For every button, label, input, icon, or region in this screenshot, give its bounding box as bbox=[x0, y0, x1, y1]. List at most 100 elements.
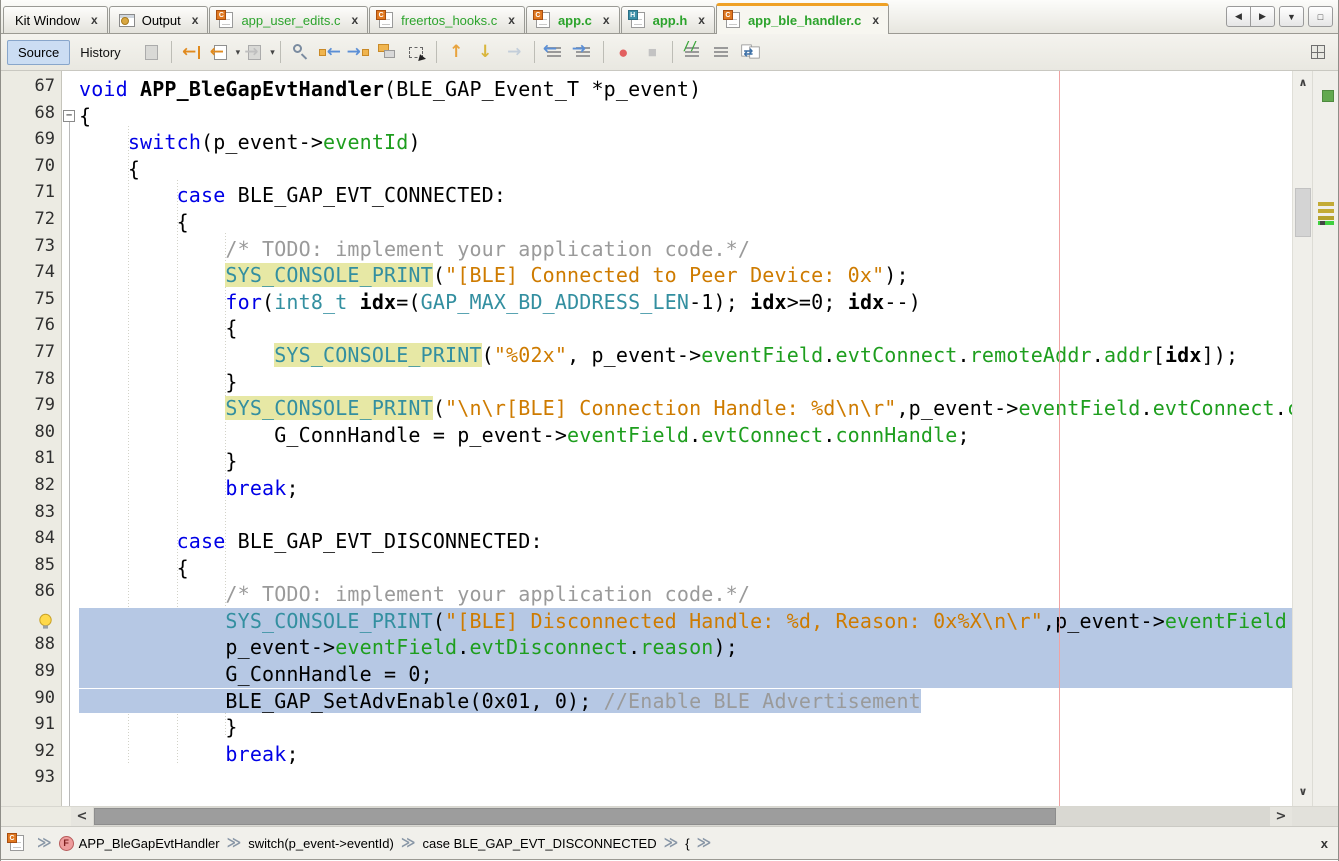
tab-close-icon[interactable]: x bbox=[698, 13, 705, 27]
back-icon[interactable]: ← bbox=[207, 39, 234, 65]
stop-macro-recording-icon[interactable]: ■ bbox=[639, 39, 666, 65]
rectangular-selection-icon[interactable] bbox=[403, 39, 430, 65]
breadcrumb-item[interactable]: case BLE_GAP_EVT_DISCONNECTED bbox=[423, 836, 657, 851]
uncomment-icon[interactable] bbox=[708, 39, 735, 65]
split-document-icon[interactable] bbox=[1304, 39, 1331, 65]
code-line-82: break; bbox=[79, 475, 1292, 502]
line-number-79[interactable]: 79 bbox=[1, 395, 61, 422]
source-view-button[interactable]: Source bbox=[7, 40, 70, 65]
line-number-93[interactable]: 93 bbox=[1, 767, 61, 794]
tab-close-icon[interactable]: x bbox=[91, 13, 98, 27]
line-number-84[interactable]: 84 bbox=[1, 528, 61, 555]
code-line-85: { bbox=[79, 555, 1292, 582]
tab-app-h[interactable]: Happ.hx bbox=[621, 6, 715, 33]
tab-app-user-edits-c[interactable]: Capp_user_edits.cx bbox=[209, 6, 368, 33]
tab-app-c[interactable]: Capp.cx bbox=[526, 6, 620, 33]
scroll-tabs-left-button[interactable]: ◀ bbox=[1226, 6, 1251, 27]
toggle-bookmark-icon[interactable]: → bbox=[501, 39, 528, 65]
line-number-76[interactable]: 76 bbox=[1, 315, 61, 342]
shift-right-icon[interactable]: → bbox=[570, 39, 597, 65]
tab-freertos-hooks-c[interactable]: Cfreertos_hooks.cx bbox=[369, 6, 525, 33]
toggle-header-source-icon[interactable]: ⇄ bbox=[737, 39, 764, 65]
opened-documents-button[interactable]: ▼ bbox=[1279, 6, 1304, 27]
fold-row bbox=[62, 262, 79, 289]
breadcrumb-item[interactable]: FAPP_BleGapEvtHandler bbox=[59, 836, 220, 851]
line-number-90[interactable]: 90 bbox=[1, 688, 61, 715]
tab-close-icon[interactable]: x bbox=[508, 13, 515, 27]
find-next-icon[interactable]: → bbox=[345, 39, 372, 65]
maximize-window-button[interactable]: □ bbox=[1308, 6, 1333, 27]
toggle-highlight-icon[interactable] bbox=[374, 39, 401, 65]
scroll-down-icon[interactable]: ∨ bbox=[1293, 785, 1313, 798]
line-number-80[interactable]: 80 bbox=[1, 422, 61, 449]
tab-app-ble-handler-c[interactable]: Capp_ble_handler.cx bbox=[716, 3, 889, 34]
tab-close-icon[interactable]: x bbox=[192, 13, 199, 27]
find-previous-icon[interactable]: ← bbox=[316, 39, 343, 65]
indent bbox=[79, 556, 177, 580]
vertical-scrollbar[interactable]: ∧ ∨ bbox=[1292, 71, 1312, 806]
code-line-content: p_event->eventField.evtDisconnect.reason… bbox=[79, 635, 738, 659]
line-number-78[interactable]: 78 bbox=[1, 369, 61, 396]
vertical-scrollbar-thumb[interactable] bbox=[1295, 188, 1311, 237]
line-number-81[interactable]: 81 bbox=[1, 448, 61, 475]
fold-collapse-icon[interactable]: − bbox=[63, 110, 75, 122]
next-bookmark-icon[interactable]: ↓ bbox=[472, 39, 499, 65]
breadcrumb-item[interactable]: switch(p_event->eventId) bbox=[248, 836, 394, 851]
scroll-left-icon[interactable]: < bbox=[71, 807, 93, 826]
line-number-92[interactable]: 92 bbox=[1, 741, 61, 768]
line-number-75[interactable]: 75 bbox=[1, 289, 61, 316]
line-number-88[interactable]: 88 bbox=[1, 634, 61, 661]
scroll-tabs-right-button[interactable]: ▶ bbox=[1250, 6, 1275, 27]
line-number-83[interactable]: 83 bbox=[1, 502, 61, 529]
horizontal-scrollbar-thumb[interactable] bbox=[94, 808, 1056, 825]
line-number-67[interactable]: 67 bbox=[1, 76, 61, 103]
code-editor: 6768697071727374757677787980818283848586… bbox=[1, 71, 1338, 806]
line-number-77[interactable]: 77 bbox=[1, 342, 61, 369]
history-view-button[interactable]: History bbox=[70, 41, 130, 64]
forward-dropdown-icon[interactable]: ▾ bbox=[270, 47, 275, 58]
code-area[interactable]: void APP_BleGapEvtHandler(BLE_GAP_Event_… bbox=[79, 71, 1292, 806]
line-number-71[interactable]: 71 bbox=[1, 182, 61, 209]
line-number-gutter[interactable]: 6768697071727374757677787980818283848586… bbox=[1, 71, 62, 806]
token: ( bbox=[433, 263, 445, 287]
format-icon[interactable] bbox=[138, 39, 165, 65]
tab-close-icon[interactable]: x bbox=[872, 13, 879, 27]
breadcrumb-close-icon[interactable]: x bbox=[1321, 836, 1328, 851]
line-number-91[interactable]: 91 bbox=[1, 714, 61, 741]
line-number-85[interactable]: 85 bbox=[1, 555, 61, 582]
breadcrumb-item[interactable]: C bbox=[10, 835, 30, 851]
line-number-89[interactable]: 89 bbox=[1, 661, 61, 688]
line-number-68[interactable]: 68 bbox=[1, 103, 61, 130]
code-line-content: break; bbox=[79, 742, 299, 766]
line-number-69[interactable]: 69 bbox=[1, 129, 61, 156]
line-number-70[interactable]: 70 bbox=[1, 156, 61, 183]
code-fold-margin[interactable]: − bbox=[62, 71, 79, 806]
scroll-right-icon[interactable]: > bbox=[1270, 807, 1292, 826]
line-number-72[interactable]: 72 bbox=[1, 209, 61, 236]
tab-output[interactable]: Outputx bbox=[109, 6, 209, 33]
comment-icon[interactable]: // bbox=[679, 39, 706, 65]
line-number-73[interactable]: 73 bbox=[1, 236, 61, 263]
back-dropdown-icon[interactable]: ▾ bbox=[236, 47, 241, 58]
horizontal-scrollbar-track[interactable] bbox=[93, 807, 1270, 826]
horizontal-scrollbar[interactable]: < > bbox=[1, 806, 1338, 826]
start-macro-recording-icon[interactable]: ● bbox=[610, 39, 637, 65]
breadcrumb-item[interactable]: { bbox=[685, 836, 689, 851]
find-selection-icon[interactable] bbox=[287, 39, 314, 65]
line-number-86[interactable]: 86 bbox=[1, 581, 61, 608]
forward-icon[interactable]: → bbox=[241, 39, 268, 65]
tab-close-icon[interactable]: x bbox=[351, 13, 358, 27]
breadcrumb: C≫FAPP_BleGapEvtHandler≫switch(p_event->… bbox=[1, 826, 1338, 860]
line-number-82[interactable]: 82 bbox=[1, 475, 61, 502]
line-number-74[interactable]: 74 bbox=[1, 262, 61, 289]
scroll-up-icon[interactable]: ∧ bbox=[1293, 76, 1313, 89]
tab-kit-window[interactable]: Kit Windowx bbox=[3, 6, 108, 33]
hint-bulb-icon[interactable] bbox=[1, 608, 61, 635]
last-edit-position-icon[interactable]: ← bbox=[178, 39, 205, 65]
token: idx bbox=[750, 290, 787, 314]
error-stripe[interactable] bbox=[1312, 71, 1338, 806]
previous-bookmark-icon[interactable]: ↑ bbox=[443, 39, 470, 65]
tab-close-icon[interactable]: x bbox=[603, 13, 610, 27]
shift-left-icon[interactable]: ← bbox=[541, 39, 568, 65]
token: "[BLE] Connected to Peer Device: 0x" bbox=[445, 263, 884, 287]
